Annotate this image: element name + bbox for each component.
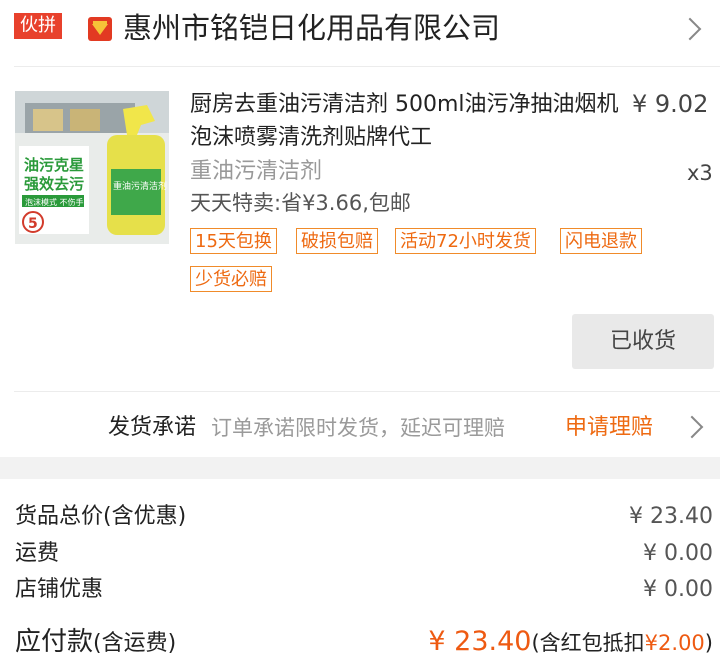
promo-text: 天天特卖:省¥3.66,包邮 <box>190 191 411 215</box>
payable-note-suffix: ) <box>704 631 713 655</box>
bottle-label: 重油污清洁剂 <box>113 180 167 192</box>
product-image[interactable]: 油污克星 强效去污 泡沫模式 不伤手 5 重油污清洁剂 <box>15 91 169 244</box>
divider <box>14 391 720 392</box>
service-tag: 破损包赔 <box>296 228 378 254</box>
red-packet-amount: ¥2.00 <box>644 631 705 655</box>
payable-sub: (含运费) <box>93 631 177 656</box>
sku-spec: 重油污清洁剂 <box>190 159 323 184</box>
group-buy-badge: 伙拼 <box>14 13 62 39</box>
service-tag: 15天包换 <box>190 228 277 254</box>
service-tag: 活动72小时发货 <box>395 228 536 254</box>
service-tag: 少货必赔 <box>190 266 272 292</box>
shipping-value: ¥ 0.00 <box>643 541 713 566</box>
payable-note-prefix: (含红包抵扣 <box>531 631 645 655</box>
shop-discount-label: 店铺优惠 <box>15 577 104 602</box>
chevron-right-icon[interactable] <box>680 415 704 439</box>
shop-discount-value: ¥ 0.00 <box>643 577 713 602</box>
goods-total-value: ¥ 23.40 <box>629 504 713 529</box>
payable-title: 应付款 <box>15 627 94 657</box>
shop-icon <box>87 16 113 42</box>
delivery-promise-text: 订单承诺限时发货，延迟可理赔 <box>211 416 505 440</box>
product-title[interactable]: 厨房去重油污清洁剂 500ml油污净抽油烟机泡沫喷雾清洗剂贴牌代工 <box>190 88 620 154</box>
payable-label: 应付款(含运费) <box>15 624 176 662</box>
received-button[interactable]: 已收货 <box>572 314 714 369</box>
section-gap <box>0 457 720 479</box>
shop-name[interactable]: 惠州市铭铠日化用品有限公司 <box>123 10 500 46</box>
image-caption-3: 泡沫模式 不伤手 <box>25 197 84 207</box>
shop-header[interactable]: 伙拼 惠州市铭铠日化用品有限公司 <box>0 0 720 66</box>
image-badge: 5 <box>28 216 38 232</box>
image-caption-2: 强效去污 <box>24 175 84 193</box>
payable-amount: ¥ 23.40 <box>428 626 532 657</box>
service-tag: 闪电退款 <box>560 228 642 254</box>
unit-price: ¥ 9.02 <box>632 90 709 118</box>
apply-claim-link[interactable]: 申请理赔 <box>565 413 653 443</box>
chevron-right-icon[interactable] <box>678 17 702 41</box>
payable-value: ¥ 23.40(含红包抵扣¥2.00) <box>428 624 713 661</box>
delivery-promise-label: 发货承诺 <box>108 415 197 440</box>
divider <box>14 66 720 67</box>
image-caption-1: 油污克星 <box>24 156 84 174</box>
quantity: x3 <box>687 161 713 185</box>
shipping-label: 运费 <box>15 541 60 566</box>
goods-total-label: 货品总价(含优惠) <box>15 504 187 529</box>
